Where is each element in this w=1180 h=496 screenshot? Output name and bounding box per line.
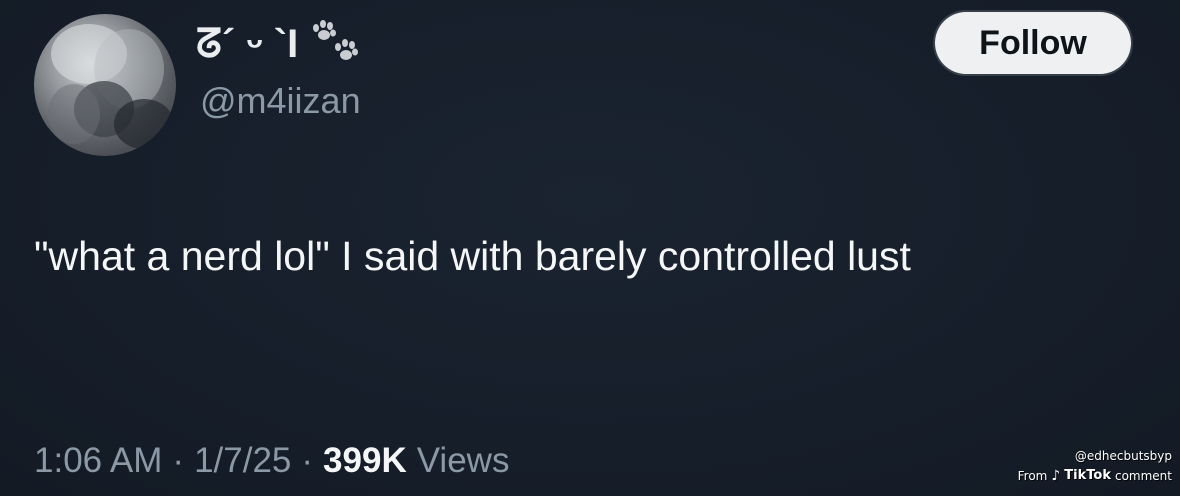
- tweet-card: ᘔ´ ᵕ `Ɩ @m4iizan Follow "what a nerd lol…: [0, 0, 1180, 496]
- follow-button[interactable]: Follow: [935, 12, 1131, 74]
- tweet-text: "what a nerd lol" I said with barely con…: [34, 233, 911, 279]
- tweet-date[interactable]: 1/7/25: [194, 441, 291, 481]
- display-name-text: ᘔ´ ᵕ `Ɩ: [196, 21, 299, 66]
- watermark-from: From: [1017, 469, 1048, 483]
- separator-dot: ·: [172, 441, 185, 480]
- watermark-brand: TikTok: [1064, 468, 1111, 483]
- watermark-user: @edhecbutsbyp: [1074, 449, 1172, 463]
- watermark-suffix: comment: [1114, 469, 1172, 483]
- separator-dot: ·: [301, 441, 314, 480]
- tweet-time[interactable]: 1:06 AM: [34, 441, 162, 481]
- avatar[interactable]: [34, 14, 176, 156]
- user-handle[interactable]: @m4iizan: [200, 80, 361, 122]
- avatar-image: [48, 24, 174, 149]
- tweet-metadata: 1:06 AM · 1/7/25 · 399K Views: [34, 441, 509, 481]
- tiktok-icon: ♪: [1051, 468, 1061, 484]
- views-label: Views: [416, 441, 510, 480]
- paw-prints-icon: [313, 20, 359, 60]
- display-name[interactable]: ᘔ´ ᵕ `Ɩ: [196, 14, 362, 74]
- views-count[interactable]: 399K: [323, 441, 407, 481]
- tiktok-watermark: @edhecbutsbyp From ♪ TikTok comment: [982, 446, 1172, 486]
